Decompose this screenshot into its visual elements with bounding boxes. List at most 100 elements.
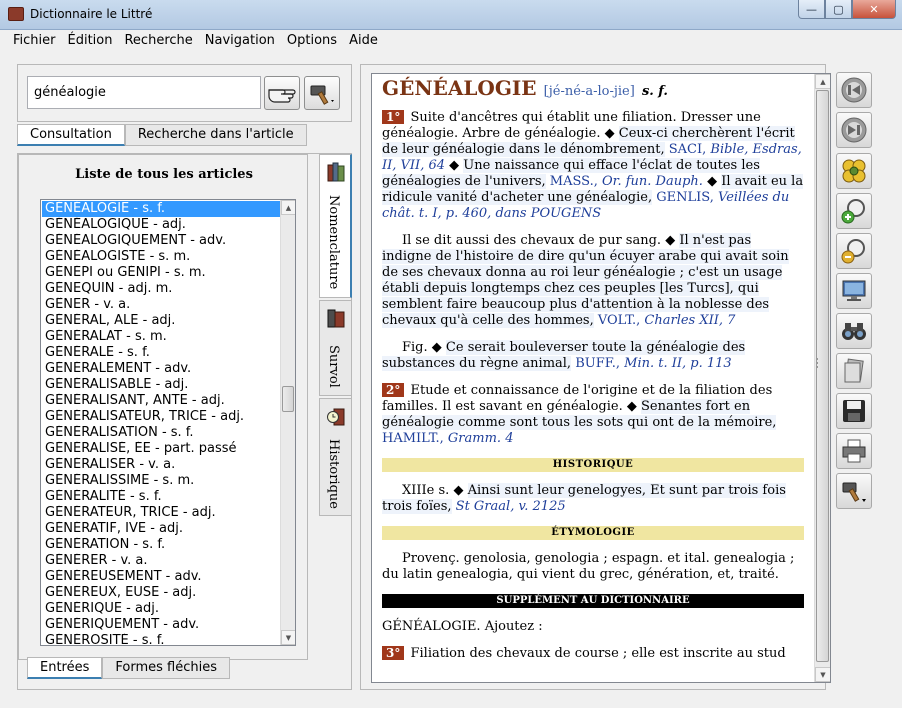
list-item[interactable]: GÉNÉRALISATION - s. f. [42, 425, 280, 441]
list-item[interactable]: GÉNÉALOGIE - s. f. [42, 201, 280, 217]
citation-author-link[interactable]: VOLT., [598, 313, 640, 328]
sense-number-badge: 3° [382, 646, 405, 660]
list-scroll-thumb[interactable] [282, 386, 294, 412]
title-bar: Dictionnaire le Littré — ▢ ✕ [0, 0, 902, 30]
tab-entrees[interactable]: Entrées [27, 657, 103, 679]
menu-edition[interactable]: Édition [62, 30, 119, 52]
splitter-grip[interactable] [816, 358, 822, 368]
list-panel: Liste de tous les articles GÉNÉALOGIE - … [17, 153, 352, 690]
scroll-down-arrow-icon[interactable]: ▼ [815, 667, 830, 682]
list-item[interactable]: GÉNÉRALITÉ - s. f. [42, 489, 280, 505]
zoom-in-button[interactable] [836, 193, 872, 229]
minimize-button[interactable]: — [798, 0, 825, 19]
display-button[interactable] [836, 273, 872, 309]
citation-author-link[interactable]: GENLIS, [656, 190, 714, 205]
etymologie-paragraph: Provenç. genolosia, genologia ; espagn. … [382, 551, 795, 582]
tab-consultation[interactable]: Consultation [17, 124, 125, 146]
tab-recherche-article[interactable]: Recherche dans l'article [124, 124, 307, 146]
back-button[interactable] [836, 72, 872, 108]
list-item[interactable]: GÉNÉALOGISTE - s. m. [42, 249, 280, 265]
list-item[interactable]: GÉNÉRAL, ALE - adj. [42, 313, 280, 329]
window-controls: — ▢ ✕ [798, 0, 896, 20]
citation-work-link[interactable]: Min. t. II, p. 113 [624, 356, 732, 371]
paragraph-lead: Fig. [402, 340, 428, 355]
citation-author-link[interactable]: SACI, [669, 142, 707, 157]
maximize-button[interactable]: ▢ [825, 0, 852, 19]
citation-author-link[interactable]: MASS., [550, 174, 598, 189]
list-item[interactable]: GÉNÉRATEUR, TRICE - adj. [42, 505, 280, 521]
side-tab-historique[interactable]: Historique [319, 398, 352, 516]
list-item[interactable]: GÉNÉRIQUEMENT - adv. [42, 617, 280, 633]
search-text-button[interactable] [836, 313, 872, 349]
historique-banner: HISTORIQUE [382, 458, 804, 472]
print-button[interactable] [836, 433, 872, 469]
article-listbox[interactable]: GÉNÉALOGIE - s. f. GÉNÉALOGIQUE - adj. GÉN… [40, 199, 296, 646]
list-item[interactable]: GÉNÉALOGIQUE - adj. [42, 217, 280, 233]
random-article-button[interactable] [836, 153, 872, 189]
list-item[interactable]: GÉNÉRALEMENT - adv. [42, 361, 280, 377]
list-item[interactable]: GÉNÉROSITÉ - s. f. [42, 633, 280, 645]
citation-work-link[interactable]: St Graal, v. 2125 [456, 499, 566, 514]
article-scroll-thumb[interactable] [816, 90, 829, 662]
menu-fichier[interactable]: Fichier [7, 30, 62, 52]
search-options-button[interactable] [304, 76, 340, 110]
menu-recherche[interactable]: Recherche [118, 30, 198, 52]
list-items: GÉNÉALOGIE - s. f. GÉNÉALOGIQUE - adj. GÉN… [42, 201, 280, 645]
forward-button[interactable] [836, 112, 872, 148]
citation-work-link[interactable]: Or. fun. Dauph. [602, 174, 703, 189]
list-item[interactable]: GÉNÉRALISATEUR, TRICE - adj. [42, 409, 280, 425]
citation-work-link[interactable]: Charles XII, 7 [644, 313, 735, 328]
search-go-button[interactable] [264, 76, 300, 110]
sense-number-badge: 1° [382, 110, 405, 124]
hammer-icon [310, 85, 334, 105]
citation-author-link[interactable]: BUFF., [575, 356, 620, 371]
search-input[interactable] [27, 76, 261, 109]
scroll-down-arrow-icon[interactable]: ▼ [281, 630, 295, 645]
list-scrollbar[interactable]: ▲ ▼ [280, 200, 295, 645]
list-item[interactable]: GÉNÉRATION - s. f. [42, 537, 280, 553]
tools-button[interactable] [836, 473, 872, 509]
close-button[interactable]: ✕ [852, 0, 896, 19]
list-item[interactable]: GÉNÉRALISER - v. a. [42, 457, 280, 473]
supplement-sense: 3° Filiation des chevaux de course ; ell… [382, 646, 804, 662]
back-icon [841, 77, 867, 103]
list-item[interactable]: GÉNÉALOGIQUEMENT - adv. [42, 233, 280, 249]
list-item[interactable]: GÉNEQUIN - adj. m. [42, 281, 280, 297]
menu-aide[interactable]: Aide [343, 30, 384, 52]
list-item[interactable]: GÉNÉPI ou GÉNIPI - s. m. [42, 265, 280, 281]
article-headword: GÉNÉALOGIE [382, 76, 537, 100]
list-item[interactable]: GÉNÉRALISANT, ANTE - adj. [42, 393, 280, 409]
list-item[interactable]: GÉNÉRER - v. a. [42, 553, 280, 569]
flower-icon [842, 159, 866, 183]
print-icon [842, 439, 866, 463]
diamond-icon: ◆ [707, 174, 718, 189]
article-scrollbar[interactable]: ▲ ▼ [814, 74, 830, 682]
tab-formes-flechies[interactable]: Formes fléchies [102, 657, 230, 679]
list-item[interactable]: GÉNÉRALISABLE - adj. [42, 377, 280, 393]
pages-button[interactable] [836, 353, 872, 389]
list-item[interactable]: GÊNER - v. a. [42, 297, 280, 313]
save-button[interactable] [836, 393, 872, 429]
scroll-up-arrow-icon[interactable]: ▲ [815, 74, 830, 89]
sense-1: 1° Suite d'ancêtres qui établit une fili… [382, 110, 804, 222]
list-item[interactable]: GÉNÉRATIF, IVE - adj. [42, 521, 280, 537]
etymologie-banner: ÉTYMOLOGIE [382, 526, 804, 540]
list-item[interactable]: GÉNÉRALAT - s. m. [42, 329, 280, 345]
article-grammar: s. f. [641, 84, 668, 99]
menu-options[interactable]: Options [281, 30, 343, 52]
zoom-out-button[interactable] [836, 233, 872, 269]
side-tab-nomenclature[interactable]: Nomenclature [319, 154, 352, 298]
list-item[interactable]: GÉNÉREUSEMENT - adv. [42, 569, 280, 585]
zoom-out-icon [841, 239, 865, 264]
article-view[interactable]: GÉNÉALOGIE [jé-né-a-lo-jie] s. f. 1° Sui… [371, 73, 831, 683]
citation-work-link[interactable]: Gramm. 4 [448, 431, 514, 446]
scroll-up-arrow-icon[interactable]: ▲ [281, 200, 295, 215]
citation-author-link[interactable]: HAMILT., [382, 431, 444, 446]
menu-navigation[interactable]: Navigation [199, 30, 281, 52]
list-item[interactable]: GÉNÉRALE - s. f. [42, 345, 280, 361]
side-tab-survol[interactable]: Survol [319, 300, 352, 396]
list-item[interactable]: GÉNÉREUX, EUSE - adj. [42, 585, 280, 601]
list-item[interactable]: GÉNÉRALISSIME - s. m. [42, 473, 280, 489]
list-item[interactable]: GÉNÉRIQUE - adj. [42, 601, 280, 617]
list-item[interactable]: GÉNÉRALISÉ, ÉE - part. passé [42, 441, 280, 457]
